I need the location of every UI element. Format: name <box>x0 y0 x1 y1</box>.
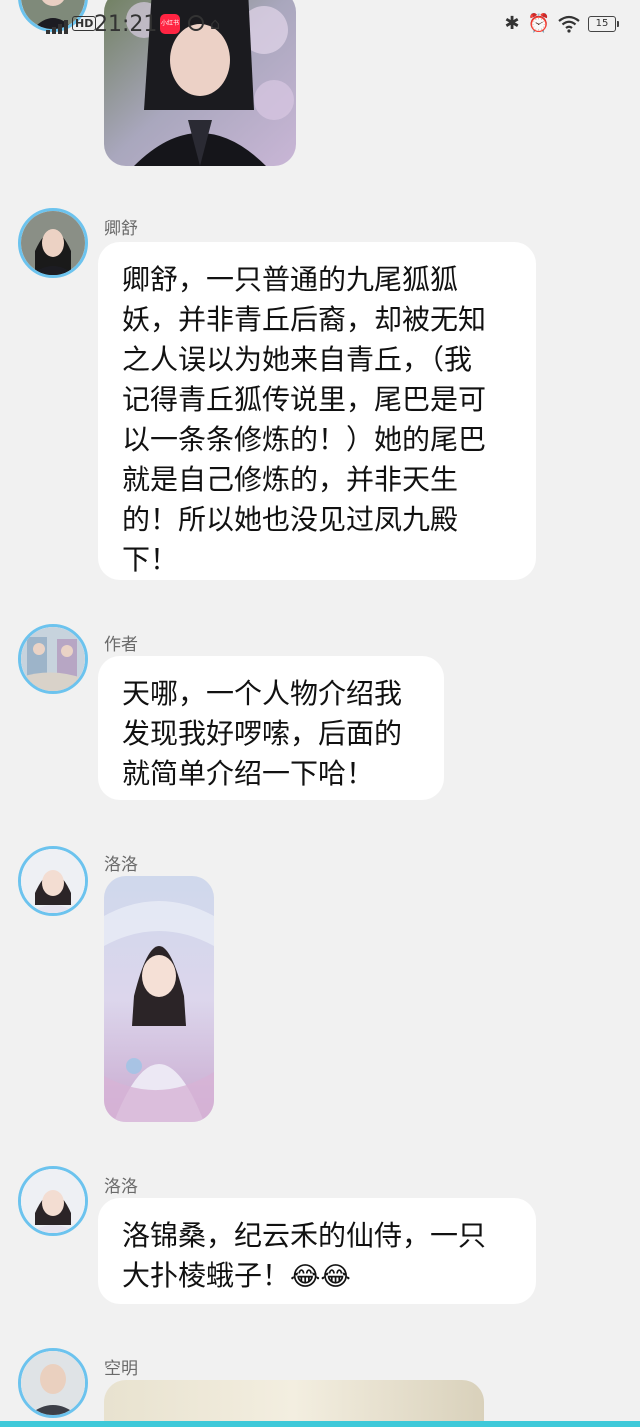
sync-icon <box>188 15 204 31</box>
laughing-emoji-icon: 😂😂 <box>290 1261 351 1291</box>
battery-icon: 15 <box>588 16 619 32</box>
bottom-accent-bar <box>0 1421 640 1427</box>
status-bar: HD 21:21 小红书 ⌂ ✱ ⏰ 15 <box>0 0 640 50</box>
chat-screen: HD 21:21 小红书 ⌂ ✱ ⏰ 15 卿舒 卿舒，一只普通的九尾狐狐 妖，… <box>0 0 640 1427</box>
bluetooth-icon: ✱ <box>504 13 520 34</box>
app-icon: 小红书 <box>160 14 180 34</box>
sender-name: 洛洛 <box>104 855 138 875</box>
avatar[interactable] <box>18 1166 88 1236</box>
avatar[interactable] <box>18 846 88 916</box>
signal-icon <box>46 20 68 34</box>
avatar[interactable] <box>18 1348 88 1418</box>
hd-badge: HD <box>72 16 97 31</box>
clock: 21:21 <box>94 12 158 37</box>
portrait-icon <box>21 1169 85 1233</box>
photo-icon <box>104 1380 484 1427</box>
notification-icon: ⌂ <box>210 14 221 33</box>
wifi-icon <box>558 15 580 33</box>
portrait-icon <box>21 849 85 913</box>
portrait-icon <box>21 627 85 691</box>
sender-name: 空明 <box>104 1359 138 1379</box>
message-bubble[interactable]: 洛锦桑，纪云禾的仙侍，一只 大扑棱蛾子！😂😂 <box>98 1198 536 1304</box>
image-message[interactable] <box>104 876 214 1122</box>
message-bubble[interactable]: 天哪，一个人物介绍我 发现我好啰嗦，后面的 就简单介绍一下哈！ <box>98 656 444 800</box>
sender-name: 卿舒 <box>104 219 138 239</box>
sender-name: 洛洛 <box>104 1177 138 1197</box>
avatar[interactable] <box>18 624 88 694</box>
image-message[interactable] <box>104 1380 484 1427</box>
portrait-icon <box>21 1351 85 1415</box>
alarm-icon: ⏰ <box>527 13 550 34</box>
message-bubble[interactable]: 卿舒，一只普通的九尾狐狐 妖，并非青丘后裔，却被无知 之人误以为她来自青丘，（我… <box>98 242 536 580</box>
portrait-icon <box>21 211 85 275</box>
status-right: ✱ ⏰ 15 <box>504 13 619 34</box>
avatar[interactable] <box>18 208 88 278</box>
portrait-photo-icon <box>104 876 214 1122</box>
sender-name: 作者 <box>104 635 138 655</box>
